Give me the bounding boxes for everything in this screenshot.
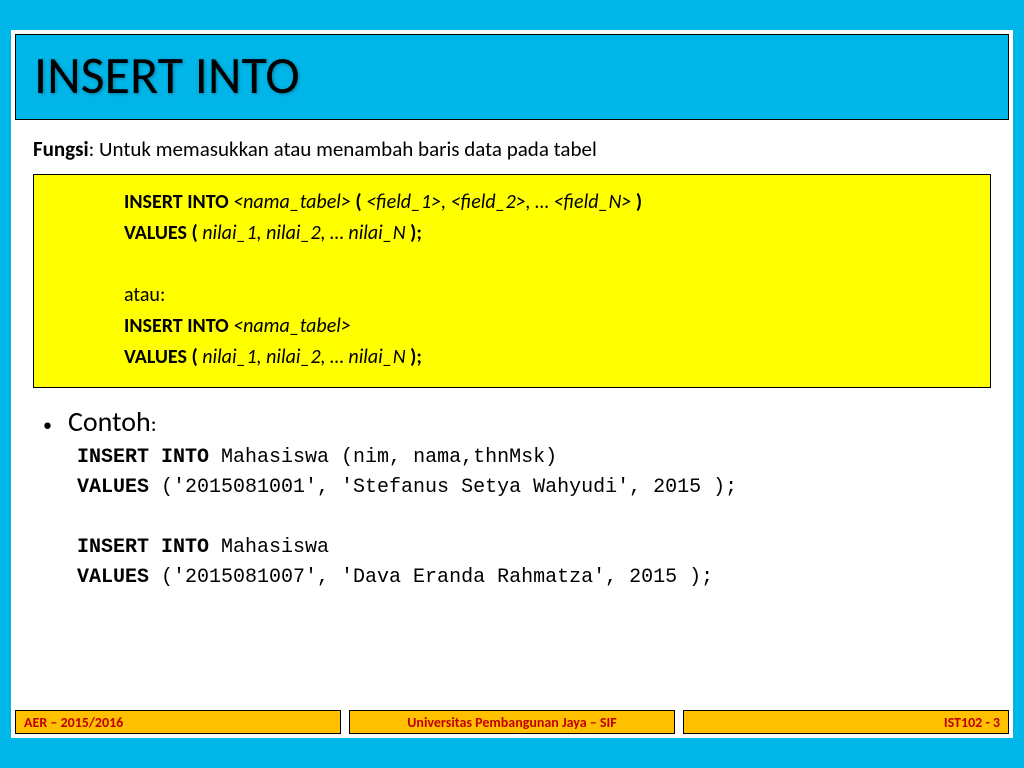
syntax-arg: nilai_1, nilai_2, … nilai_N: [202, 345, 410, 369]
syntax-arg: <nama_tabel>: [233, 190, 355, 214]
syntax-kw: );: [410, 345, 422, 369]
syntax-box: INSERT INTO <nama_tabel> ( <field_1>, <f…: [33, 174, 991, 388]
code-text: Mahasiswa (nim, nama,thnMsk): [221, 446, 557, 469]
contoh-row: • Contoh:: [33, 404, 991, 439]
syntax-arg: nilai_1, nilai_2, … nilai_N: [202, 221, 410, 245]
footer-right: IST102 - 3: [683, 710, 1009, 734]
bullet-icon: •: [43, 414, 52, 436]
footer-center: Universitas Pembangunan Jaya – SIF: [349, 710, 675, 734]
syntax-arg: <field_1>, <field_2>, … <field_N>: [366, 190, 636, 214]
contoh-label: Contoh:: [68, 404, 157, 439]
syntax-kw: ): [636, 190, 642, 214]
fungsi-label: Fungsi: [33, 136, 89, 162]
syntax-kw: VALUES (: [124, 345, 202, 369]
fungsi-text: : Untuk memasukkan atau menambah baris d…: [89, 136, 597, 162]
slide-content: Fungsi: Untuk memasukkan atau menambah b…: [11, 120, 1013, 593]
slide: INSERT INTO Fungsi: Untuk memasukkan ata…: [11, 30, 1013, 738]
syntax-kw: (: [355, 190, 366, 214]
example-code: INSERT INTO Mahasiswa (nim, nama,thnMsk)…: [33, 443, 991, 593]
slide-title: INSERT INTO: [15, 34, 1009, 120]
code-text: ('2015081007', 'Dava Eranda Rahmatza', 2…: [161, 566, 713, 589]
footer-left: AER – 2015/2016: [15, 710, 341, 734]
slide-footer: AER – 2015/2016 Universitas Pembangunan …: [15, 710, 1009, 734]
code-kw: VALUES: [77, 476, 161, 499]
code-kw: VALUES: [77, 566, 161, 589]
code-text: ('2015081001', 'Stefanus Setya Wahyudi',…: [161, 476, 737, 499]
syntax-or: atau:: [124, 280, 974, 311]
contoh-colon: :: [151, 410, 157, 437]
syntax-kw: INSERT INTO: [124, 314, 233, 338]
code-kw: INSERT INTO: [77, 536, 221, 559]
syntax-kw: INSERT INTO: [124, 190, 233, 214]
code-kw: INSERT INTO: [77, 446, 221, 469]
syntax-kw: );: [410, 221, 422, 245]
syntax-kw: VALUES (: [124, 221, 202, 245]
code-text: Mahasiswa: [221, 536, 329, 559]
contoh-text: Contoh: [68, 404, 151, 439]
fungsi-line: Fungsi: Untuk memasukkan atau menambah b…: [33, 136, 991, 162]
syntax-arg: <nama_tabel>: [233, 314, 351, 338]
